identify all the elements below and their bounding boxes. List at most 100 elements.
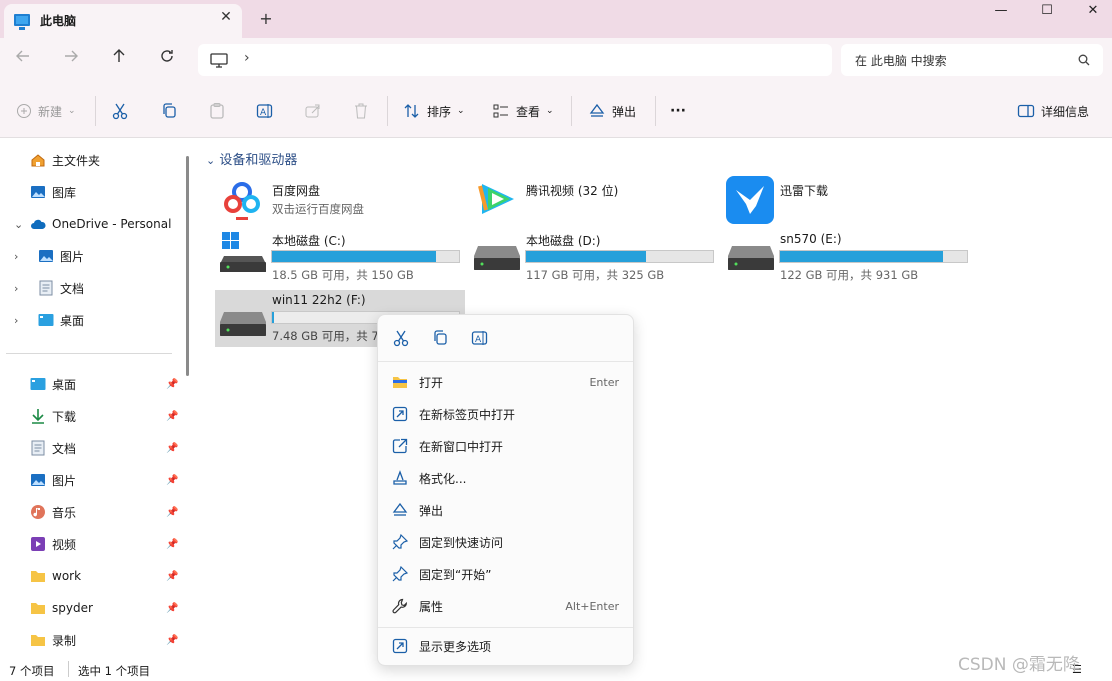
menu-item-open-new-tab[interactable]: 在新标签页中打开 [378, 399, 633, 429]
drive-name: 本地磁盘 (C:) [272, 234, 346, 248]
sidebar-item-spyder[interactable]: spyder [30, 594, 93, 622]
delete-button[interactable] [352, 97, 370, 125]
menu-item-pin-quick-access[interactable]: 固定到快速访问 [378, 527, 633, 557]
menu-item-open[interactable]: 打开 Enter [378, 367, 633, 397]
sort-icon [404, 104, 419, 118]
drive-name: win11 22h2 (F:) [272, 293, 366, 307]
close-window-button[interactable]: ✕ [1070, 0, 1112, 24]
search-icon [1078, 54, 1090, 66]
menu-item-label: 属性 [419, 599, 444, 614]
sort-label: 排序 [427, 104, 452, 119]
sidebar-item-work[interactable]: work [30, 562, 81, 590]
open-new-window-icon [391, 437, 409, 455]
section-title: 设备和驱动器 [219, 153, 298, 168]
sidebar-item-videos[interactable]: 视频 [30, 530, 76, 558]
sidebar-item-onedrive[interactable]: ⌄ OneDrive - Personal [0, 210, 186, 238]
new-tab-button[interactable]: + [256, 10, 276, 30]
sidebar-item-documents[interactable]: › 文档 [0, 274, 186, 302]
rename-button[interactable]: A [256, 97, 274, 125]
drive-space: 7.48 GB 可用，共 7 [272, 329, 379, 343]
cut-button[interactable] [111, 97, 129, 125]
maximize-button[interactable]: ☐ [1024, 0, 1070, 24]
breadcrumb-chevron[interactable]: › [244, 50, 250, 66]
more-options-button[interactable]: ··· [670, 97, 686, 125]
search-input[interactable]: 在 此电脑 中搜索 [841, 44, 1103, 76]
sidebar-scrollbar[interactable] [186, 156, 189, 376]
new-label: 新建 [38, 104, 63, 119]
chevron-down-icon: ⌄ [457, 106, 465, 116]
desktop-icon [38, 312, 54, 328]
sidebar-item-pinned-desktop[interactable]: 桌面 [30, 370, 186, 398]
section-header[interactable]: ⌄ 设备和驱动器 [206, 149, 297, 168]
drive-e[interactable]: sn570 (E:) 122 GB 可用，共 931 GB [726, 228, 976, 284]
sidebar-item-music[interactable]: 音乐 [30, 498, 76, 526]
refresh-button[interactable] [153, 48, 181, 72]
menu-item-show-more-options[interactable]: 显示更多选项 [378, 631, 633, 661]
menu-item-properties[interactable]: 属性 Alt+Enter [378, 591, 633, 621]
copy-button[interactable] [160, 97, 178, 125]
chevron-down-icon: ⌄ [14, 217, 24, 231]
minimize-button[interactable]: — [978, 0, 1024, 24]
drive-space: 117 GB 可用，共 325 GB [526, 268, 665, 282]
address-bar[interactable]: › [198, 44, 832, 76]
folder-icon [30, 600, 46, 616]
menu-item-open-new-window[interactable]: 在新窗口中打开 [378, 431, 633, 461]
sidebar-item-pictures[interactable]: › 图片 [0, 242, 186, 270]
back-button[interactable] [9, 48, 37, 72]
menu-item-format[interactable]: 格式化... [378, 463, 633, 493]
sidebar-item-pinned-documents[interactable]: 文档 [30, 434, 76, 462]
usage-fill [272, 251, 436, 262]
sidebar-item-label: 图片 [60, 249, 85, 264]
menu-item-label: 在新标签页中打开 [419, 407, 516, 422]
view-label: 查看 [516, 104, 541, 119]
monitor-icon [210, 53, 228, 68]
sort-button[interactable]: 排序 ⌄ [403, 97, 465, 125]
copy-icon [163, 103, 176, 118]
pin-icon: 📌 [166, 539, 179, 550]
eject-label: 弹出 [612, 104, 637, 119]
sidebar-item-desktop[interactable]: › 桌面 [0, 306, 186, 334]
new-button[interactable]: 新建 ⌄ [16, 97, 76, 125]
view-button[interactable]: 查看 ⌄ [492, 97, 554, 125]
eject-button[interactable]: 弹出 [588, 97, 636, 125]
tab-this-pc[interactable]: 此电脑 ✕ [4, 4, 242, 38]
close-tab-icon[interactable]: ✕ [216, 9, 236, 29]
sidebar-item-home[interactable]: 主文件夹 [30, 146, 100, 174]
plus-circle-icon [17, 104, 31, 118]
sidebar-item-pinned-pictures[interactable]: 图片 [30, 466, 76, 494]
context-cut-button[interactable] [392, 329, 410, 347]
menu-item-pin-start[interactable]: 固定到“开始” [378, 559, 633, 589]
pin-icon: 📌 [166, 379, 179, 390]
pin-icon: 📌 [166, 475, 179, 486]
context-copy-button[interactable] [431, 329, 449, 347]
removable-drive-icon [220, 312, 266, 336]
view-list-icon [493, 104, 508, 118]
forward-button[interactable] [57, 48, 85, 72]
menu-item-shortcut: Enter [589, 375, 619, 389]
desktop-icon [30, 376, 46, 392]
pin-icon: 📌 [166, 507, 179, 518]
toolbar-divider [655, 96, 656, 126]
search-placeholder: 在 此电脑 中搜索 [855, 54, 947, 68]
menu-item-label: 固定到“开始” [419, 567, 492, 582]
app-thunder[interactable]: 迅雷下载 [726, 176, 976, 224]
details-button[interactable]: 详细信息 [1017, 97, 1089, 125]
menu-item-eject[interactable]: 弹出 [378, 495, 633, 525]
drive-name: 本地磁盘 (D:) [526, 234, 601, 248]
drive-c[interactable]: 本地磁盘 (C:) 18.5 GB 可用，共 150 GB [218, 228, 468, 284]
share-button[interactable] [304, 97, 322, 125]
video-icon [30, 536, 46, 552]
up-button[interactable] [105, 48, 133, 72]
sidebar-item-downloads[interactable]: 下载 [30, 402, 76, 430]
menu-item-label: 弹出 [419, 503, 444, 518]
drive-d[interactable]: 本地磁盘 (D:) 117 GB 可用，共 325 GB [472, 228, 722, 284]
gallery-icon [30, 184, 46, 200]
paste-button[interactable] [208, 97, 226, 125]
context-rename-button[interactable]: A [471, 329, 489, 347]
sidebar-item-recordings[interactable]: 录制 [30, 626, 76, 654]
drive-space: 18.5 GB 可用，共 150 GB [272, 268, 414, 282]
app-baidu-netdisk[interactable]: 百度网盘 双击运行百度网盘 [218, 176, 468, 224]
sidebar-item-gallery[interactable]: 图库 [30, 178, 76, 206]
app-tencent-video[interactable]: 腾讯视频 (32 位) [472, 176, 722, 224]
download-icon [30, 408, 46, 424]
